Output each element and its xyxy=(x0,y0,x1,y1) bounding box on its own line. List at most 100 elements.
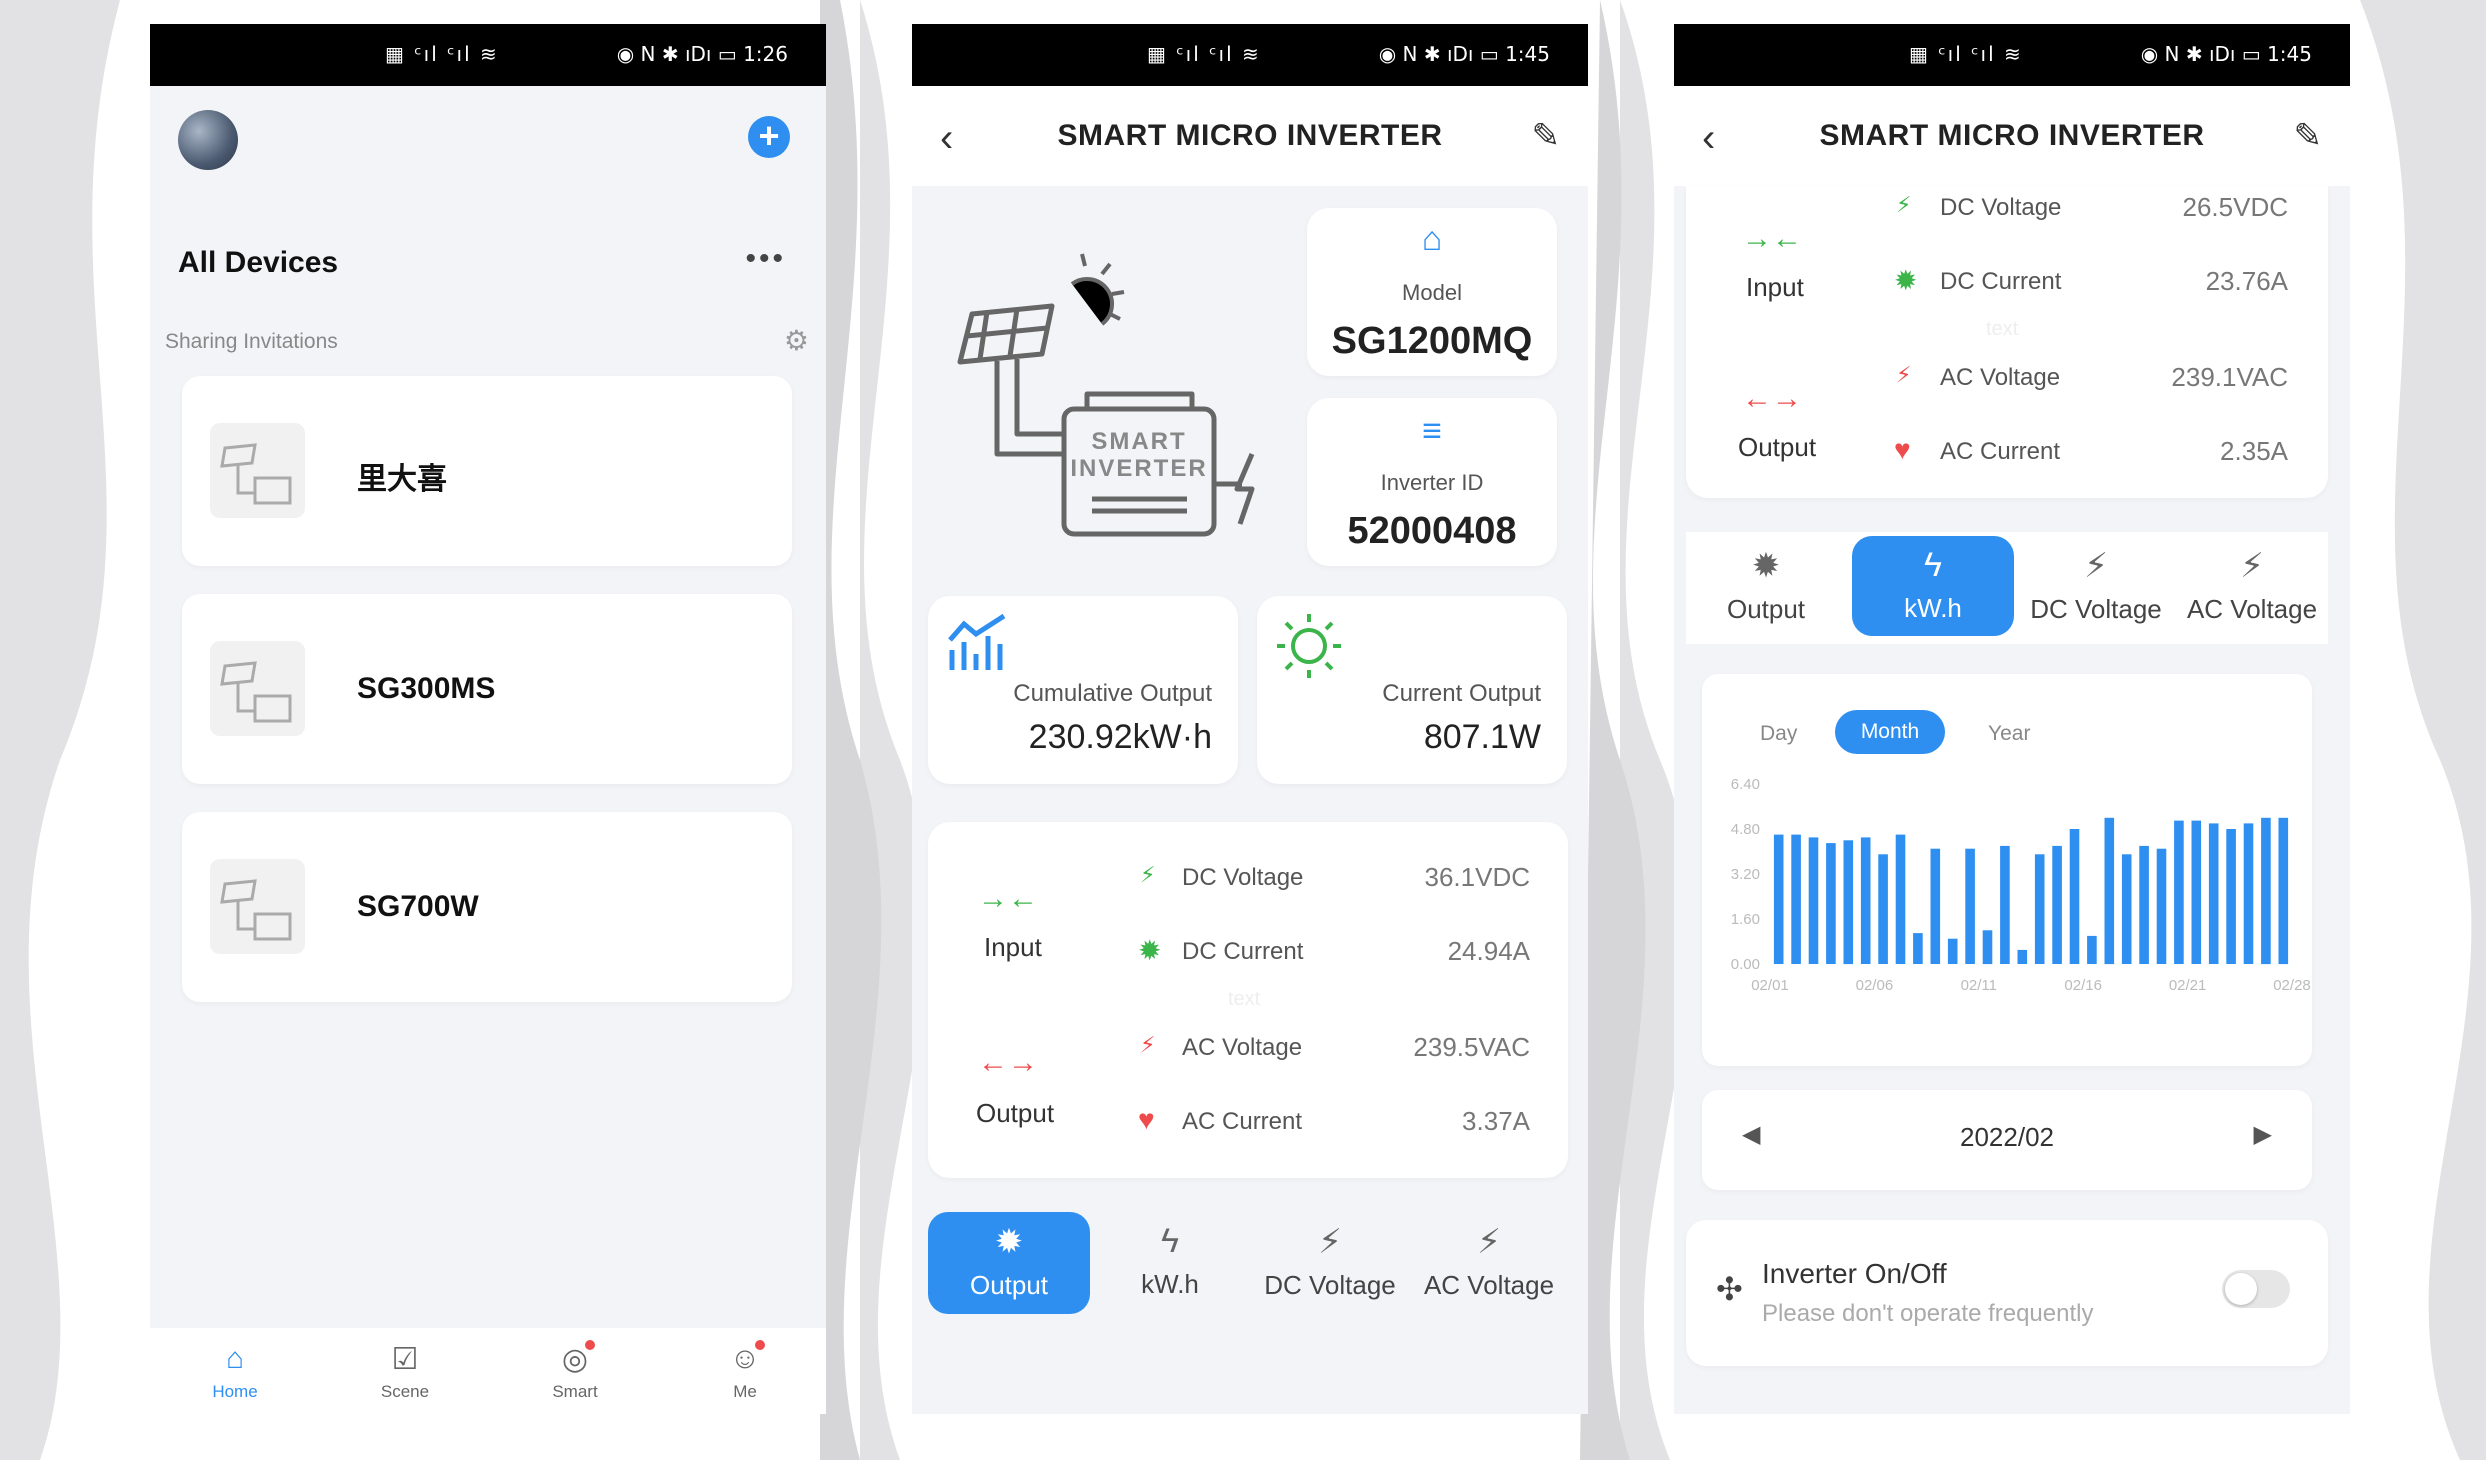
device-name: 里大喜 xyxy=(357,463,447,496)
page-title: SMART MICRO INVERTER xyxy=(1819,119,2205,152)
tab-output[interactable]: ✹ Output xyxy=(1686,532,1846,640)
tab-dc-voltage[interactable]: ⚡ DC Voltage xyxy=(2016,532,2176,640)
next-month-button[interactable]: ▶ xyxy=(2254,1120,2272,1149)
status-left: ▦ ᶜıl ᶜıl ≋ xyxy=(1909,42,2023,66)
home-screen: ▦ ᶜıl ᶜıl ≋ ◉ N ✱ ıDı ▭ 1:26 + All Devic… xyxy=(150,24,826,1414)
chart-bar xyxy=(1860,837,1871,964)
solar-panel-icon xyxy=(220,879,292,941)
tab-kwh[interactable]: ϟ kW.h xyxy=(1090,1212,1250,1314)
status-bar: ▦ ᶜıl ᶜıl ≋ ◉ N ✱ ıDı ▭ 1:45 xyxy=(912,24,1588,86)
ac-voltage-icon: ⚡ xyxy=(1140,1032,1156,1057)
dc-voltage-value: 26.5VDC xyxy=(2182,192,2289,222)
fan-icon: ✣ xyxy=(1716,1271,1743,1307)
tab-label: AC Voltage xyxy=(2186,594,2318,624)
ac-voltage-label: AC Voltage xyxy=(1940,364,2061,391)
inverter-power-toggle[interactable] xyxy=(2222,1270,2290,1308)
tab-ac-voltage[interactable]: ⚡ AC Voltage xyxy=(1410,1212,1568,1314)
sharing-invitations-label: Sharing Invitations xyxy=(165,330,338,353)
x-tick-label: 02/11 xyxy=(1961,977,1997,994)
period-year[interactable]: Year xyxy=(1988,722,2030,746)
tab-dc-voltage[interactable]: ⚡ DC Voltage xyxy=(1250,1212,1410,1314)
chart-bar xyxy=(2174,820,2184,964)
y-tick-label: 1.60 xyxy=(1731,911,1760,928)
dc-voltage-icon: ⚡ xyxy=(2084,547,2108,585)
tab-output[interactable]: ✹ Output xyxy=(928,1212,1090,1314)
avatar[interactable] xyxy=(178,110,238,170)
chart-bar xyxy=(2034,854,2045,964)
device-thumbnail xyxy=(210,641,305,736)
current-output-card: Current Output 807.1W xyxy=(1257,596,1567,784)
illustration-text-2: INVERTER xyxy=(1070,455,1207,482)
device-thumbnail xyxy=(210,423,305,518)
kwh-bar-chart: 0.00 1.60 3.20 4.80 6.40 02/01 02/06 02/11 02/16… xyxy=(1731,776,2311,994)
chart-bar xyxy=(2208,823,2219,964)
device-card[interactable]: SG700W xyxy=(182,812,792,1002)
period-day[interactable]: Day xyxy=(1760,722,1797,746)
input-arrows-icon: →← xyxy=(1742,222,1802,255)
y-tick-label: 0.00 xyxy=(1731,956,1760,973)
current-output-value: 807.1W xyxy=(1423,718,1541,756)
dc-current-label: DC Current xyxy=(1940,268,2062,295)
device-card[interactable]: SG300MS xyxy=(182,594,792,784)
nav-home[interactable]: ⌂ Home xyxy=(185,1342,285,1402)
edit-icon[interactable]: ✎ xyxy=(1532,116,1561,156)
toggle-subtitle: Please don't operate frequently xyxy=(1762,1300,2094,1327)
device-card[interactable]: 里大喜 xyxy=(182,376,792,566)
period-month[interactable]: Month xyxy=(1835,710,1945,754)
inverter-toggle-card: ✣ Inverter On/Off Please don't operate f… xyxy=(1686,1220,2328,1366)
dc-voltage-label: DC Voltage xyxy=(1182,864,1304,891)
nav-label: Smart xyxy=(552,1382,598,1401)
dc-current-value: 24.94A xyxy=(1447,936,1530,966)
nav-smart[interactable]: ◎ Smart xyxy=(525,1342,625,1402)
nav-label: Me xyxy=(733,1382,757,1401)
list-icon: ≡ xyxy=(1422,412,1442,450)
device-thumbnail xyxy=(210,859,305,954)
chart-bar xyxy=(1913,933,1923,964)
notification-dot xyxy=(585,1340,595,1350)
status-bar: ▦ ᶜıl ᶜıl ≋ ◉ N ✱ ıDı ▭ 1:45 xyxy=(1674,24,2350,86)
ac-voltage-icon: ⚡ xyxy=(1477,1223,1501,1261)
more-icon[interactable]: ••• xyxy=(745,242,786,276)
cumulative-output-card: Cumulative Output 230.92kW·h xyxy=(928,596,1238,784)
chart-bar xyxy=(2000,845,2010,964)
model-label: Model xyxy=(1402,280,1462,305)
chart-bar xyxy=(1826,843,1836,964)
y-tick-label: 4.80 xyxy=(1731,821,1760,838)
chart-bar xyxy=(1965,848,1975,964)
chart-bar xyxy=(1878,854,1888,964)
tab-label: DC Voltage xyxy=(1264,1270,1396,1300)
tab-bar: ✹ Output ϟ kW.h ⚡ DC Voltage ⚡ AC Voltag… xyxy=(928,1212,1568,1322)
bar-chart-icon xyxy=(948,613,1006,670)
input-label: Input xyxy=(1746,272,1804,302)
add-device-button[interactable]: + xyxy=(748,116,790,158)
tab-kwh[interactable]: ϟ kW.h xyxy=(1852,536,2014,636)
io-card: →← Input ←→ Output ⚡ DC Voltage 36.1VDC … xyxy=(928,822,1568,1178)
cumulative-output-value: 230.92kW·h xyxy=(1028,718,1212,756)
chart-bar xyxy=(1947,938,1958,964)
nav-scene[interactable]: ☑ Scene xyxy=(355,1342,455,1402)
check-square-icon: ☑ xyxy=(391,1343,419,1376)
chart-bar xyxy=(2121,854,2132,964)
chart-bar xyxy=(1773,834,1784,964)
tab-ac-voltage[interactable]: ⚡ AC Voltage xyxy=(2176,532,2328,640)
smart-icon: ◎ xyxy=(561,1343,589,1376)
chart-bar xyxy=(2052,845,2062,964)
inverter-illustration: SMART INVERTER xyxy=(957,253,1255,537)
chart-bar xyxy=(2156,848,2167,964)
device-name: SG700W xyxy=(357,890,479,923)
output-arrows-icon: ←→ xyxy=(978,1046,1038,1079)
chart-bar xyxy=(2139,845,2149,964)
dc-current-icon: ✹ xyxy=(1894,265,1918,296)
ac-current-icon: ♥ xyxy=(1138,1104,1155,1135)
page-title: All Devices xyxy=(178,246,339,279)
edit-icon[interactable]: ✎ xyxy=(2294,116,2323,156)
gear-icon: ✹ xyxy=(994,1223,1024,1261)
ac-voltage-value: 239.5VAC xyxy=(1413,1032,1530,1062)
tab-label: Output xyxy=(1726,594,1806,624)
settings-icon[interactable]: ⚙ xyxy=(784,324,809,357)
nav-me[interactable]: ☺ Me xyxy=(695,1342,795,1402)
x-tick-label: 02/21 xyxy=(2169,977,2207,994)
chart-bar xyxy=(1843,840,1854,965)
inverter-id-value: 52000408 xyxy=(1347,510,1517,552)
watermark-text: text xyxy=(1986,318,2019,340)
